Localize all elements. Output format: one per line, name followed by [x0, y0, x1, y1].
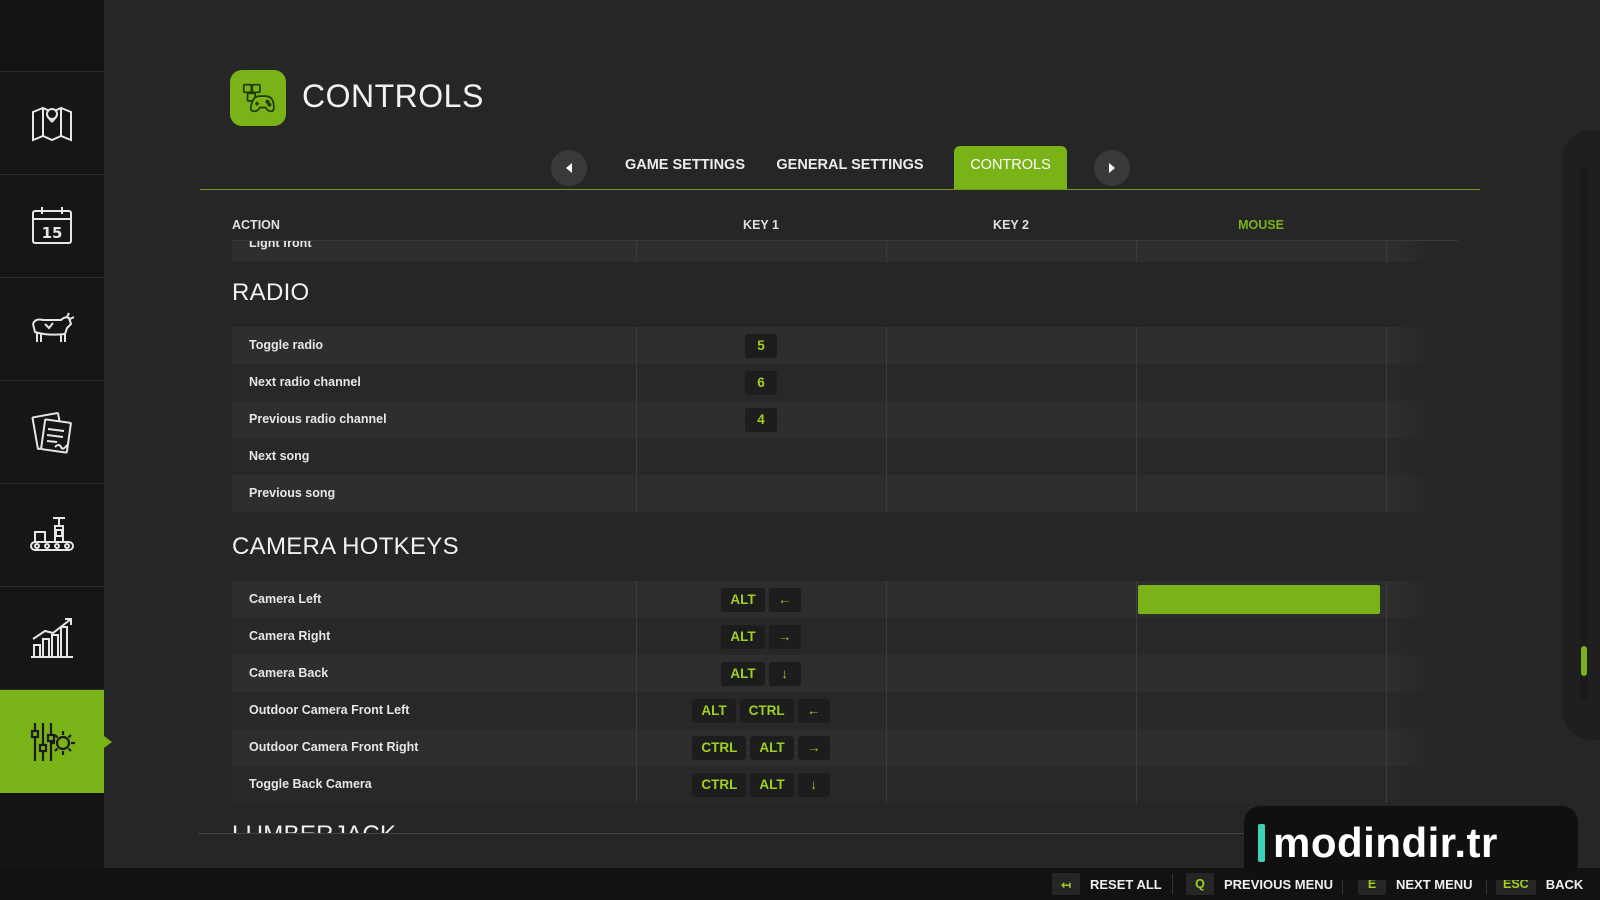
watermark-bar-icon — [1258, 824, 1265, 862]
action-label: Toggle radio — [249, 338, 324, 352]
key-badge: 5 — [745, 333, 777, 358]
sidebar-top-spacer — [0, 0, 104, 72]
key-badge: CTRL — [692, 772, 747, 797]
table-row[interactable]: Camera Back ALT ↓ — [232, 655, 1432, 692]
arrow-right-key-icon: → — [797, 735, 830, 760]
arrow-left-key-icon: ← — [797, 698, 830, 723]
column-header-mouse: MOUSE — [1238, 218, 1284, 232]
column-header-key1: KEY 1 — [743, 218, 779, 232]
table-row[interactable]: Previous song — [232, 475, 1432, 512]
action-label: Outdoor Camera Front Left — [249, 703, 410, 717]
cow-icon — [32, 312, 75, 342]
sidebar-item-calendar[interactable]: 15 — [0, 175, 104, 278]
next-tab-button[interactable] — [1094, 150, 1130, 186]
arrow-left-icon — [566, 163, 572, 173]
table-row[interactable]: Camera Left ALT ← — [232, 581, 1432, 618]
table-row[interactable]: Next radio channel 6 — [232, 364, 1432, 401]
section-title-camera-hotkeys: CAMERA HOTKEYS — [232, 533, 459, 560]
key1-binding[interactable]: CTRL ALT ↓ — [636, 766, 886, 803]
table-row[interactable]: Light front — [232, 241, 1432, 262]
key-badge: CTRL — [692, 735, 747, 760]
sidebar-item-settings[interactable] — [0, 690, 112, 793]
watermark: modindir.tr — [1244, 806, 1578, 880]
key-badge: ALT — [721, 661, 765, 686]
key1-binding[interactable]: 4 — [636, 401, 886, 438]
key-badge: 4 — [745, 407, 777, 432]
production-icon — [30, 517, 74, 551]
key1-binding[interactable]: ALT CTRL ← — [636, 692, 886, 729]
key-badge: Q — [1186, 873, 1214, 895]
table-row[interactable]: Camera Right ALT → — [232, 618, 1432, 655]
sidebar-item-map[interactable] — [0, 72, 104, 175]
table-row[interactable]: Outdoor Camera Front Left ALT CTRL ← — [232, 692, 1432, 729]
previous-tab-button[interactable] — [551, 150, 587, 186]
table-row[interactable]: Outdoor Camera Front Right CTRL ALT → — [232, 729, 1432, 766]
key-badge: ALT — [750, 772, 794, 797]
action-label: Camera Back — [249, 666, 329, 680]
key1-binding[interactable]: 5 — [636, 327, 886, 364]
table-row[interactable]: Toggle Back Camera CTRL ALT ↓ — [232, 766, 1432, 803]
table-row[interactable]: Next song — [232, 438, 1432, 475]
statistics-icon — [31, 618, 73, 658]
contracts-icon — [31, 412, 72, 454]
arrow-down-key-icon: ↓ — [797, 772, 830, 797]
action-label: Next song — [249, 449, 310, 463]
table-row[interactable]: Toggle radio 5 — [232, 327, 1432, 364]
key1-binding[interactable]: ALT ← — [636, 581, 886, 618]
action-label: Previous radio channel — [249, 412, 387, 426]
arrow-left-key-icon: ← — [768, 587, 801, 612]
tab-bar: GAME SETTINGS GENERAL SETTINGS CONTROLS — [200, 146, 1480, 190]
gamepad-icon — [242, 83, 275, 113]
key-badge: ALT — [721, 587, 765, 612]
action-label: Previous song — [249, 486, 336, 500]
scrollbar-track[interactable] — [1580, 168, 1588, 700]
key1-binding[interactable]: 6 — [636, 364, 886, 401]
key1-binding[interactable]: ALT → — [636, 618, 886, 655]
key-badge: 6 — [745, 370, 777, 395]
watermark-text: modindir.tr — [1273, 819, 1498, 866]
map-icon — [32, 106, 72, 142]
key1-binding[interactable]: ALT ↓ — [636, 655, 886, 692]
arrow-right-icon — [1109, 163, 1115, 173]
sidebar-item-contracts[interactable] — [0, 381, 104, 484]
action-label: Camera Left — [249, 592, 322, 606]
sidebar-item-production[interactable] — [0, 484, 104, 587]
column-header-action: ACTION — [232, 218, 280, 232]
key-badge: CTRL — [739, 698, 794, 723]
reset-key-icon: ↤ — [1052, 873, 1080, 895]
section-title-radio: RADIO — [232, 279, 310, 306]
action-label: Outdoor Camera Front Right — [249, 740, 419, 754]
reset-all-button[interactable]: ↤ RESET ALL — [1052, 868, 1162, 900]
section-title-lumberjack: LUMBERJACK — [232, 821, 396, 833]
key-badge: ALT — [721, 624, 765, 649]
controls-table: Light front RADIO Toggle radio 5 Next ra… — [232, 241, 1432, 833]
page-title: CONTROLS — [302, 78, 484, 114]
tab-controls[interactable]: CONTROLS — [954, 146, 1067, 189]
reset-all-label: RESET ALL — [1090, 876, 1162, 892]
action-label: Light front — [249, 241, 312, 250]
key1-binding[interactable]: CTRL ALT → — [636, 729, 886, 766]
mouse-binding-selected[interactable] — [1138, 585, 1380, 614]
arrow-down-key-icon: ↓ — [768, 661, 801, 686]
controls-page-icon — [230, 70, 286, 126]
settings-icon — [30, 722, 75, 761]
action-label: Camera Right — [249, 629, 331, 643]
action-label: Next radio channel — [249, 375, 361, 389]
table-row[interactable]: Previous radio channel 4 — [232, 401, 1432, 438]
arrow-right-key-icon: → — [768, 624, 801, 649]
sidebar-item-statistics[interactable] — [0, 587, 104, 690]
calendar-icon: 15 — [32, 207, 72, 244]
column-header-key2: KEY 2 — [993, 218, 1029, 232]
sidebar: 15 — [0, 0, 112, 868]
key-badge: ALT — [692, 698, 736, 723]
key-badge: ALT — [750, 735, 794, 760]
tab-game-settings[interactable]: GAME SETTINGS — [620, 146, 750, 189]
calendar-day-text: 15 — [42, 224, 63, 242]
sidebar-item-animals[interactable] — [0, 278, 104, 381]
action-label: Toggle Back Camera — [249, 777, 372, 791]
tab-general-settings[interactable]: GENERAL SETTINGS — [770, 146, 930, 189]
scrollbar-thumb[interactable] — [1581, 646, 1587, 676]
